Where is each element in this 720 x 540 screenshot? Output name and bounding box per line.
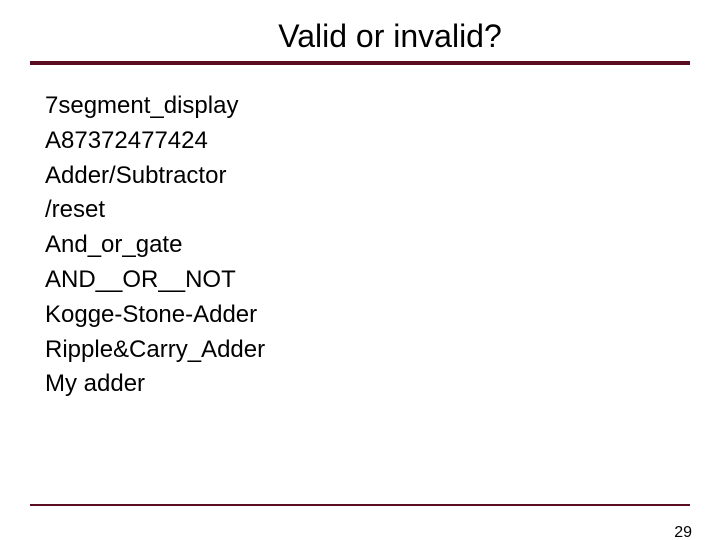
page-number: 29 (674, 524, 692, 540)
list-item: 7segment_display (45, 89, 675, 124)
list-item: Kogge-Stone-Adder (45, 298, 675, 333)
slide-title: Valid or invalid? (0, 18, 720, 55)
list-item: Ripple&Carry_Adder (45, 333, 675, 368)
list-item: AND__OR__NOT (45, 263, 675, 298)
list-item: My adder (45, 367, 675, 402)
footer-divider (30, 504, 690, 506)
list-item: And_or_gate (45, 228, 675, 263)
list-item: Adder/Subtractor (45, 159, 675, 194)
title-divider (30, 61, 690, 65)
list-item: /reset (45, 193, 675, 228)
content-area: 7segment_display A87372477424 Adder/Subt… (45, 89, 675, 402)
slide: Valid or invalid? 7segment_display A8737… (0, 18, 720, 540)
list-item: A87372477424 (45, 124, 675, 159)
